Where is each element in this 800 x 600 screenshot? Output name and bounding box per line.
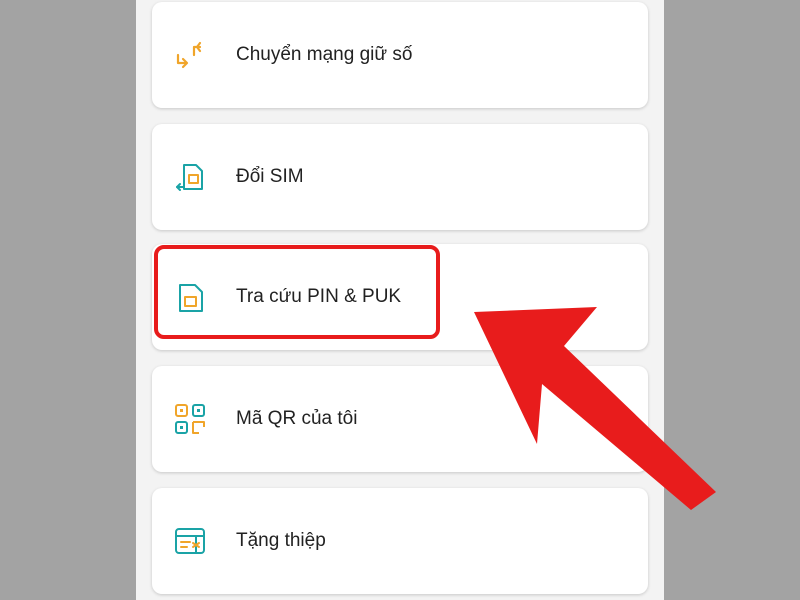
menu-item-label: Mã QR của tôi — [236, 408, 358, 429]
menu-item-pin-puk-lookup[interactable]: Tra cứu PIN & PUK — [152, 244, 648, 350]
menu-item-label: Tra cứu PIN & PUK — [236, 286, 402, 307]
menu-item-change-sim[interactable]: Đổi SIM — [152, 124, 648, 230]
menu-item-label: Tặng thiệp — [236, 530, 326, 551]
qr-code-icon — [170, 399, 210, 439]
menu-item-my-qr[interactable]: Mã QR của tôi — [152, 366, 648, 472]
sim-swap-icon — [170, 157, 210, 197]
menu-item-port-number[interactable]: Chuyển mạng giữ số — [152, 2, 648, 108]
menu-item-label: Chuyển mạng giữ số — [236, 44, 413, 65]
menu-item-gift-card[interactable]: Tặng thiệp — [152, 488, 648, 594]
sim-card-icon — [170, 277, 210, 317]
gift-card-icon — [170, 521, 210, 561]
swap-arrows-icon — [170, 35, 210, 75]
menu-item-label: Đổi SIM — [236, 166, 304, 187]
